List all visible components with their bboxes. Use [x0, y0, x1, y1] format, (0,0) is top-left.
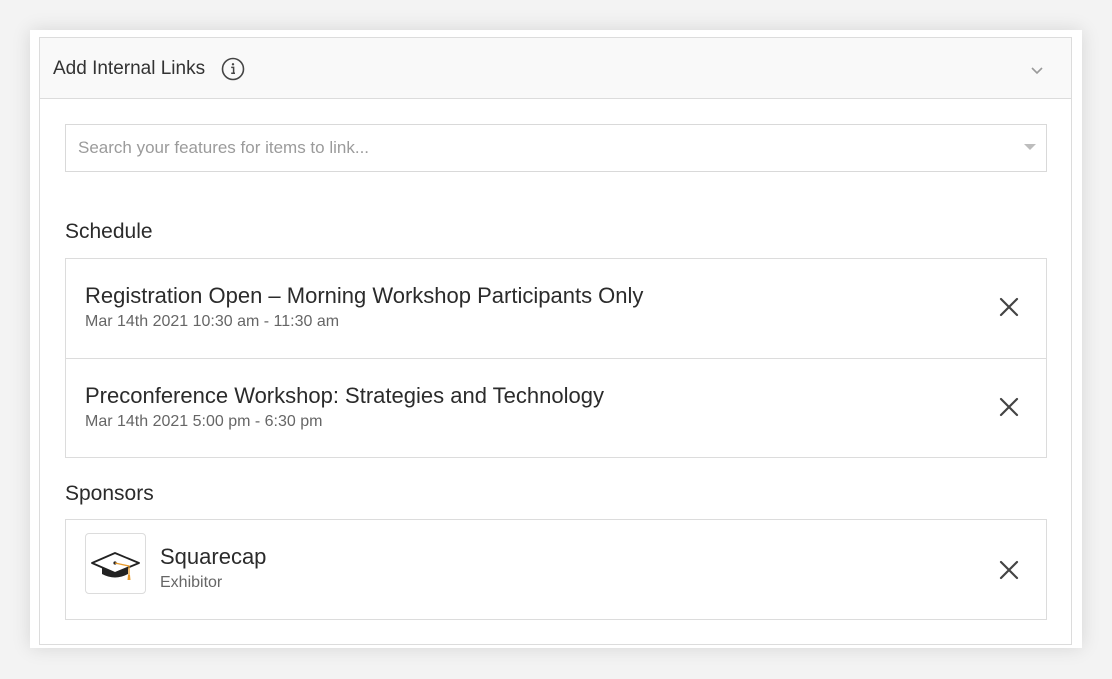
dropdown-caret-icon[interactable]: [1024, 144, 1036, 150]
info-icon[interactable]: [221, 57, 245, 81]
internal-links-panel: Add Internal Links Schedule Registration…: [39, 37, 1072, 645]
schedule-item-title: Registration Open – Morning Workshop Par…: [85, 283, 644, 308]
chevron-down-icon[interactable]: [1029, 62, 1045, 78]
graduation-cap-icon: [91, 552, 140, 580]
sponsor-type: Exhibitor: [160, 574, 223, 591]
list-item: Registration Open – Morning Workshop Par…: [66, 259, 1046, 358]
sponsors-list: Squarecap Exhibitor: [65, 519, 1047, 620]
close-icon[interactable]: [998, 396, 1020, 418]
schedule-item-time: Mar 14th 2021 5:00 pm - 6:30 pm: [85, 413, 323, 430]
internal-links-card: Add Internal Links Schedule Registration…: [30, 30, 1082, 648]
close-icon[interactable]: [998, 296, 1020, 318]
sponsor-logo: [85, 533, 146, 594]
list-item: Preconference Workshop: Strategies and T…: [66, 358, 1046, 457]
search-input[interactable]: [66, 125, 1006, 171]
search-select[interactable]: [65, 124, 1047, 172]
schedule-item-title: Preconference Workshop: Strategies and T…: [85, 383, 604, 408]
close-icon[interactable]: [998, 559, 1020, 581]
panel-header[interactable]: Add Internal Links: [40, 38, 1071, 99]
schedule-list: Registration Open – Morning Workshop Par…: [65, 258, 1047, 458]
schedule-item-time: Mar 14th 2021 10:30 am - 11:30 am: [85, 313, 340, 330]
sponsor-name: Squarecap: [160, 544, 267, 569]
schedule-section-title: Schedule: [65, 220, 153, 243]
sponsors-section-title: Sponsors: [65, 482, 154, 505]
panel-title: Add Internal Links: [53, 58, 206, 79]
list-item: Squarecap Exhibitor: [66, 520, 1046, 619]
